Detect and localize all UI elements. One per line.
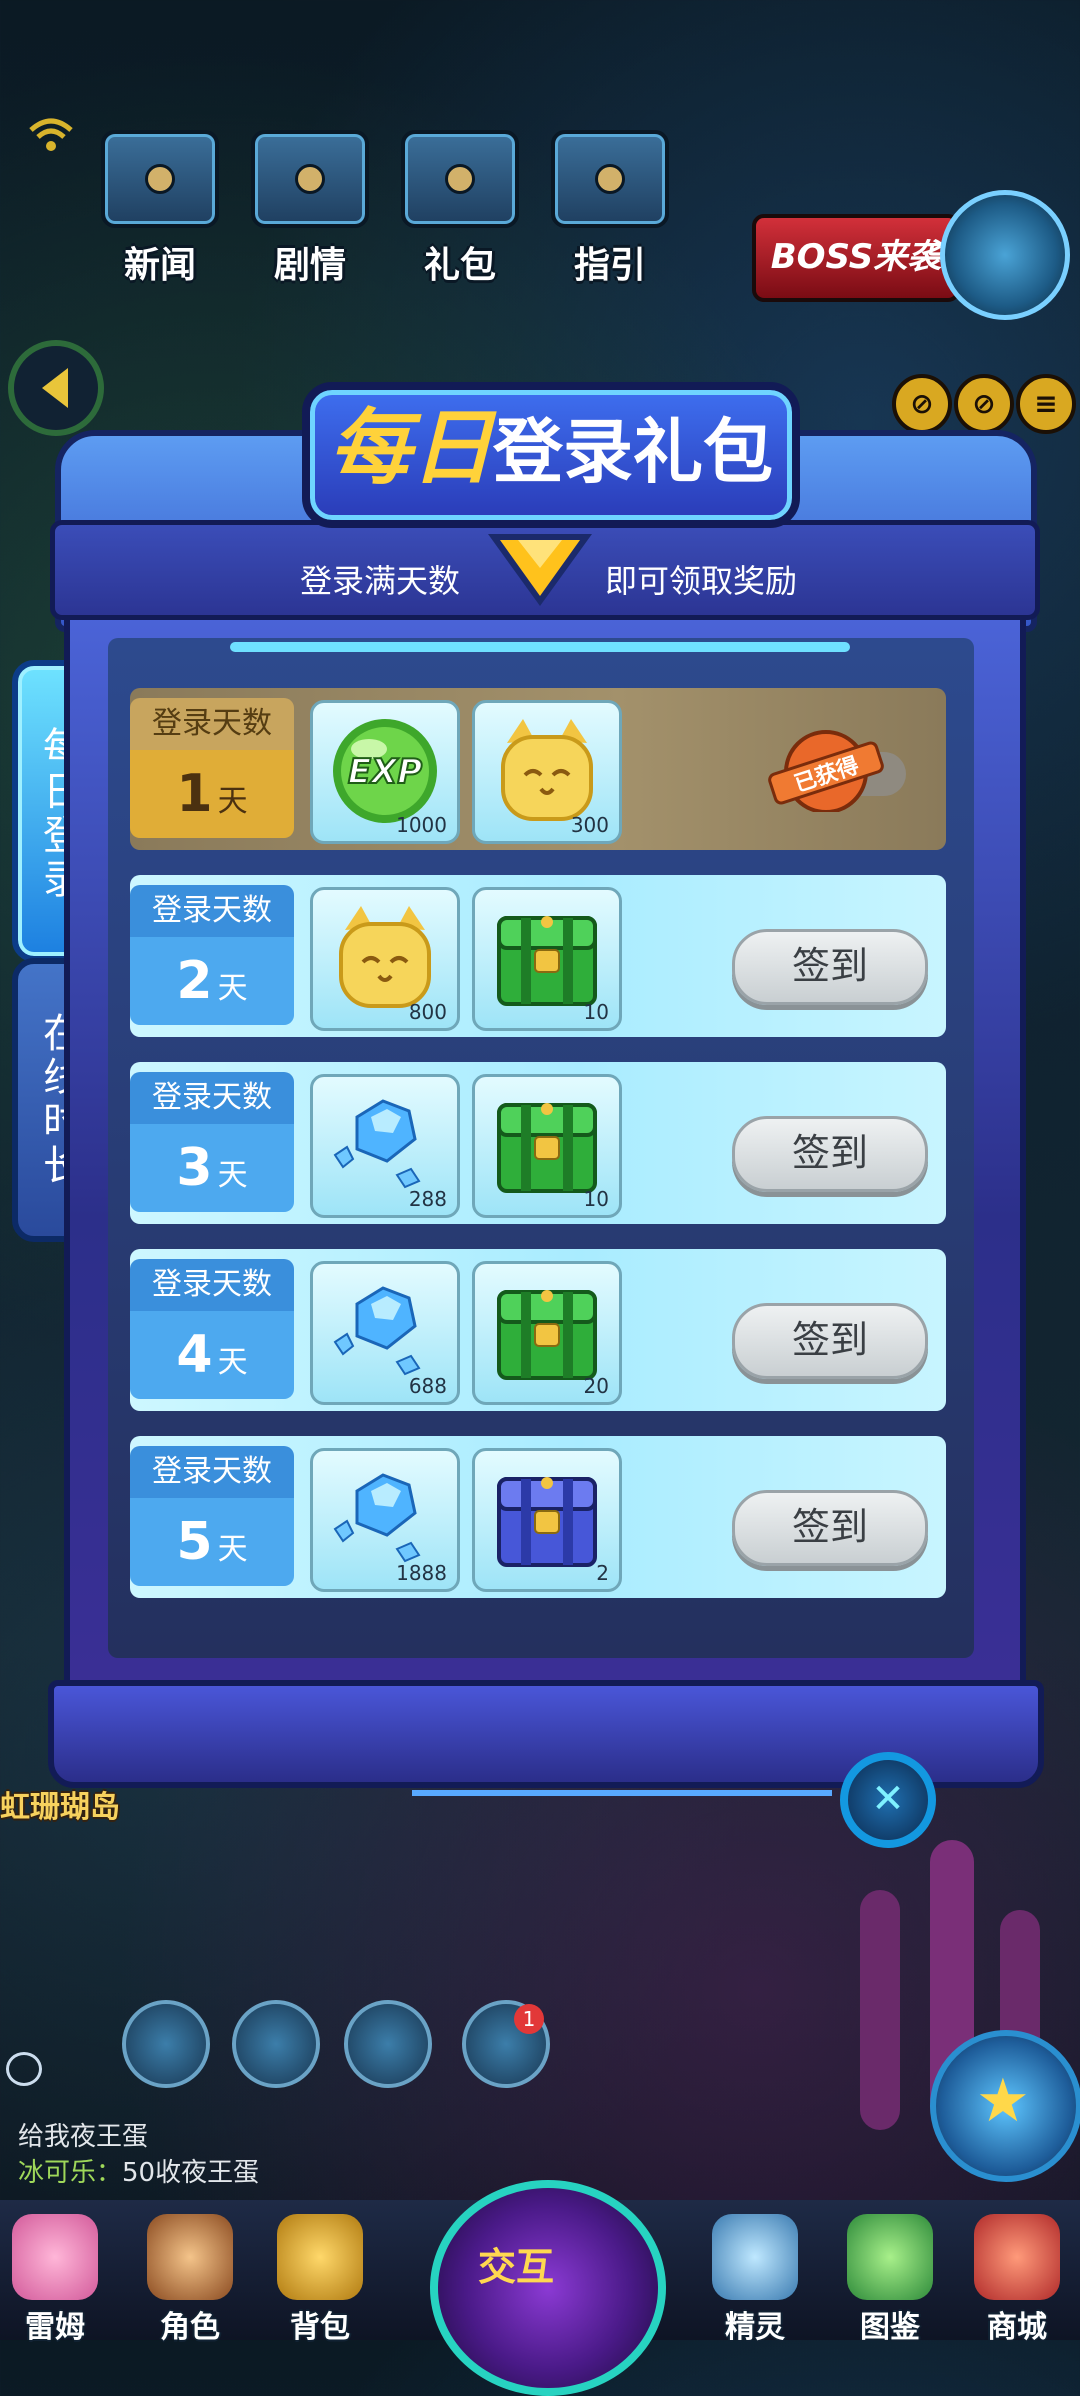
- claimed-stamp-icon: 已获得: [768, 730, 906, 812]
- mute-icon[interactable]: ⊘: [892, 374, 952, 434]
- back-button[interactable]: [8, 340, 104, 436]
- reward-item[interactable]: 288: [310, 1074, 460, 1218]
- boss-raid-button[interactable]: BOSS来袭: [752, 214, 960, 302]
- day-label: 登录天数 5 天: [130, 1446, 294, 1586]
- day-label: 登录天数 1 天: [130, 698, 294, 838]
- arrow-left-icon: [42, 368, 68, 408]
- sign-in-button[interactable]: 签到: [732, 1490, 928, 1566]
- cat-coin-icon: [501, 719, 593, 821]
- green-chest-icon: [497, 1290, 597, 1380]
- reward-item[interactable]: 2: [472, 1448, 622, 1592]
- cat-coin-icon: [339, 906, 431, 1008]
- gem-emblem-icon: [488, 534, 592, 606]
- reward-item[interactable]: 10: [472, 1074, 622, 1218]
- blue-crystal-icon: [333, 1099, 421, 1189]
- blue-crystal-icon: [333, 1286, 421, 1376]
- svg-text:EXP: EXP: [348, 752, 422, 792]
- character-icon: [147, 2214, 233, 2300]
- star-skill-button[interactable]: ★: [930, 2030, 1080, 2182]
- leimu-icon: [12, 2214, 98, 2300]
- event-button[interactable]: [232, 2000, 320, 2088]
- login-row-day-5: 登录天数 5 天 1888 2 签到: [130, 1436, 946, 1598]
- chat-icon[interactable]: [6, 2052, 42, 2086]
- pet-button[interactable]: [344, 2000, 432, 2088]
- close-icon: ✕: [871, 1776, 905, 1822]
- login-row-day-1: 登录天数 1 天 EXP 1000 300 已获得: [130, 688, 946, 850]
- sign-in-button[interactable]: 签到: [732, 1303, 928, 1379]
- menu-icon[interactable]: ≡: [1016, 374, 1076, 434]
- chat-message: 给我夜王蛋: [18, 2122, 149, 2152]
- sign-in-button[interactable]: 签到: [732, 929, 928, 1005]
- nav-character[interactable]: 角色: [135, 2214, 245, 2346]
- subtitle-right: 即可领取奖励: [605, 562, 798, 600]
- exp-orb-icon: EXP: [333, 719, 437, 823]
- interact-button[interactable]: 交互: [430, 2180, 666, 2396]
- notification-badge: 1: [514, 2004, 544, 2034]
- reward-item[interactable]: 688: [310, 1261, 460, 1405]
- reward-item[interactable]: 800: [310, 887, 460, 1031]
- reward-item[interactable]: 10: [472, 887, 622, 1031]
- sign-in-button[interactable]: 签到: [732, 1116, 928, 1192]
- activity-button[interactable]: [122, 2000, 210, 2088]
- guide-button[interactable]: 指引: [535, 130, 685, 286]
- green-chest-icon: [497, 1103, 597, 1193]
- close-bar: [412, 1790, 832, 1796]
- star-icon: ★: [976, 2066, 1030, 2136]
- map-name: 虹珊瑚岛: [0, 1790, 120, 1825]
- shop-icon: [974, 2214, 1060, 2300]
- world-map-button[interactable]: [940, 190, 1070, 320]
- codex-icon: [847, 2214, 933, 2300]
- sprite-icon: [712, 2214, 798, 2300]
- nav-shop[interactable]: 商城: [962, 2214, 1072, 2346]
- nav-leimu[interactable]: 雷姆: [0, 2214, 110, 2346]
- green-chest-icon: [497, 916, 597, 1006]
- day-label: 登录天数 2 天: [130, 885, 294, 1025]
- login-row-day-4: 登录天数 4 天 688 20 签到: [130, 1249, 946, 1411]
- gift-button[interactable]: 礼包: [385, 130, 535, 286]
- nav-codex[interactable]: 图鉴: [835, 2214, 945, 2346]
- reward-item[interactable]: EXP 1000: [310, 700, 460, 844]
- blue-crystal-icon: [333, 1473, 421, 1563]
- reward-item[interactable]: 1888: [310, 1448, 460, 1592]
- backpack-icon: [277, 2214, 363, 2300]
- panel-title: 每日登录礼包: [302, 382, 800, 528]
- subtitle-left: 登录满天数: [300, 562, 461, 600]
- panel-glow: [230, 642, 850, 652]
- login-row-day-3: 登录天数 3 天 288 10 签到: [130, 1062, 946, 1224]
- news-icon: [101, 130, 219, 228]
- guide-icon: [551, 130, 669, 228]
- day-label: 登录天数 3 天: [130, 1072, 294, 1212]
- day-label: 登录天数 4 天: [130, 1259, 294, 1399]
- blue-chest-icon: [497, 1477, 597, 1567]
- nav-backpack[interactable]: 背包: [265, 2214, 375, 2346]
- reward-item[interactable]: 300: [472, 700, 622, 844]
- block-icon[interactable]: ⊘: [954, 374, 1014, 434]
- nav-sprite[interactable]: 精灵: [700, 2214, 810, 2346]
- gift-icon: [401, 130, 519, 228]
- news-button[interactable]: 新闻: [85, 130, 235, 286]
- login-row-day-2: 登录天数 2 天 800 10 签到: [130, 875, 946, 1037]
- story-button[interactable]: 剧情: [235, 130, 385, 286]
- chat-message: 冰可乐：50收夜王蛋: [18, 2158, 260, 2188]
- reward-item[interactable]: 20: [472, 1261, 622, 1405]
- wifi-icon: [29, 118, 73, 151]
- story-icon: [251, 130, 369, 228]
